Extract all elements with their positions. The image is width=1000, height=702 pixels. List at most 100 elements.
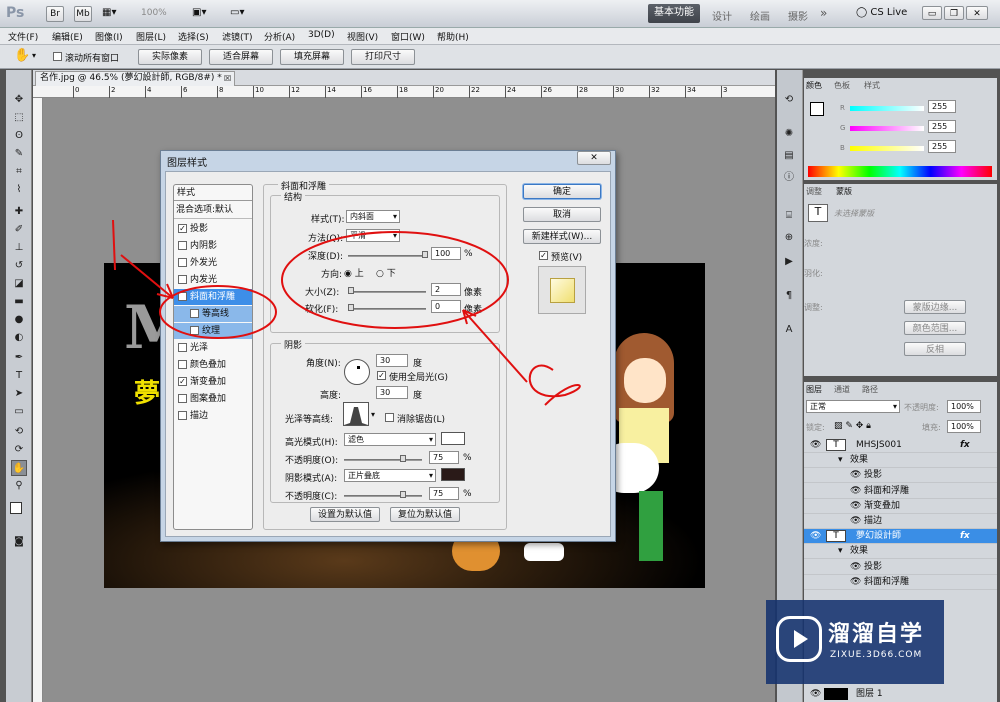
eye-icon[interactable]: 👁︎ [850,468,861,483]
layer-row[interactable]: 👁︎ T 夢幻設計師 fx [804,529,997,545]
arrange-docs-icon[interactable]: ▣▾ [192,7,206,18]
highlight-opacity-knob[interactable] [400,455,406,462]
zoom-level[interactable]: 100% [141,8,167,18]
shadow-mode-select[interactable]: 正片叠底 ▾ [344,469,436,482]
scroll-all-checkbox[interactable] [53,52,62,61]
marquee-tool-icon[interactable]: ⬚ [11,110,27,126]
layer-row[interactable]: ▾ 效果 [804,453,997,469]
menu-analysis[interactable]: 分析(A) [264,30,295,43]
bridge-icon[interactable]: Br [46,6,64,22]
actual-pixels-button[interactable]: 实际像素 [138,49,202,65]
clone-source-icon[interactable]: ⊕ [781,230,797,246]
r-input[interactable]: 255 [928,100,956,113]
layer-row[interactable]: 👁︎ 描边 [804,514,997,529]
channels-tab[interactable]: 通道 [834,384,850,395]
shape-tool-icon[interactable]: ▭ [11,404,27,420]
menu-window[interactable]: 窗口(W) [391,30,425,43]
histogram-panel-icon[interactable]: ▤ [781,148,797,164]
fill-input[interactable]: 100% [947,420,981,433]
history-brush-icon[interactable]: ↺ [11,258,27,274]
layer-row[interactable]: 👁︎ 斜面和浮雕 [804,484,997,499]
layer-row[interactable]: 👁︎ 投影 [804,468,997,484]
reset-default-button[interactable]: 复位为默认值 [390,507,460,522]
highlight-color-swatch[interactable] [441,432,465,445]
workspace-design[interactable]: 设计 [712,8,732,23]
menu-3d[interactable]: 3D(D) [308,30,335,40]
crop-tool-icon[interactable]: ⌗ [11,164,27,180]
lasso-tool-icon[interactable]: ʘ [11,128,27,144]
history-panel-icon[interactable]: ⟲ [781,92,797,108]
workspace-essentials[interactable]: 基本功能 [648,4,700,23]
b-slider[interactable] [850,146,924,151]
brush-tool-icon[interactable]: ✐ [11,222,27,238]
highlight-opacity-input[interactable]: 75 [429,451,459,464]
zoom-tool-icon[interactable]: ⚲ [11,478,27,494]
3d-orbit-tool-icon[interactable]: ⟳ [11,442,27,458]
restore-button[interactable]: ❐ [944,6,964,20]
expand-icon[interactable]: ▾ [838,544,843,559]
swatches-tab[interactable]: 色板 [834,80,850,91]
paragraph-panel-icon[interactable]: ¶ [781,288,797,304]
layer-row[interactable]: 👁︎ 投影 [804,560,997,575]
brush-panel-icon[interactable]: ⌸ [781,208,797,224]
ok-button[interactable]: 确定 [523,184,601,199]
navigator-panel-icon[interactable]: ✺ [781,126,797,142]
quick-mask-icon[interactable]: ◙ [11,534,27,550]
tool-preset-arrow[interactable]: ▾ [32,51,36,60]
eyedropper-tool-icon[interactable]: ⌇ [11,182,27,198]
opacity-input[interactable]: 100% [947,400,981,413]
g-slider[interactable] [850,126,924,131]
color-swatches[interactable] [8,498,28,520]
eye-icon[interactable]: 👁︎ [850,560,861,575]
document-tab[interactable]: 名作.jpg @ 46.5% (夢幻設計師, RGB/8#) * ☒ [35,71,235,86]
eye-icon[interactable]: 👁︎ [850,499,861,514]
blur-tool-icon[interactable]: ● [11,312,27,328]
path-select-tool-icon[interactable]: ➤ [11,386,27,402]
layer-row[interactable]: ▾ 效果 [804,544,997,560]
blend-mode-select[interactable]: 正常 ▾ [806,400,900,413]
eye-icon[interactable]: 👁︎ [850,484,861,499]
styles-tab[interactable]: 样式 [864,80,880,91]
workspace-painting[interactable]: 绘画 [750,8,770,23]
quick-select-tool-icon[interactable]: ✎ [11,146,27,162]
layer-row[interactable]: 👁︎ 渐变叠加 [804,499,997,514]
shadow-opacity-input[interactable]: 75 [429,487,459,500]
fg-color-chip[interactable] [810,102,824,116]
g-input[interactable]: 255 [928,120,956,133]
dialog-close-button[interactable]: ✕ [577,151,611,165]
menu-help[interactable]: 帮助(H) [437,30,469,43]
adjustments-tab[interactable]: 调整 [806,186,822,197]
actions-panel-icon[interactable]: ▶ [781,254,797,270]
layer-row[interactable]: 👁︎ 斜面和浮雕 [804,575,997,590]
menu-edit[interactable]: 编辑(E) [52,30,83,43]
menu-select[interactable]: 选择(S) [178,30,209,43]
pen-tool-icon[interactable]: ✒ [11,350,27,366]
fill-screen-button[interactable]: 填充屏幕 [280,49,344,65]
shadow-opacity-knob[interactable] [400,491,406,498]
shadow-color-swatch[interactable] [441,468,465,481]
menu-layer[interactable]: 图层(L) [136,30,166,43]
minibridge-icon[interactable]: Mb [74,6,92,22]
layer-row[interactable]: 👁︎ T MHSJS001 fx [804,438,997,453]
dodge-tool-icon[interactable]: ◐ [11,330,27,346]
move-tool-icon[interactable]: ✥ [11,92,27,108]
character-panel-icon[interactable]: A [781,322,797,338]
fit-screen-button[interactable]: 适合屏幕 [209,49,273,65]
r-slider[interactable] [850,106,924,111]
foreground-color[interactable] [10,502,22,514]
make-default-button[interactable]: 设置为默认值 [310,507,380,522]
eye-icon[interactable]: 👁︎ [810,438,821,453]
shadow-opacity-track[interactable] [344,495,422,497]
menu-filter[interactable]: 滤镜(T) [222,30,253,43]
eye-icon[interactable]: 👁︎ [850,514,861,529]
styles-header[interactable]: 样式 [174,185,252,201]
expand-icon[interactable]: ▾ [838,453,843,468]
highlight-opacity-track[interactable] [344,459,422,461]
healing-tool-icon[interactable]: ✚ [11,204,27,220]
invert-button[interactable]: 反相 [904,342,966,356]
type-tool-icon[interactable]: T [11,368,27,384]
menu-view[interactable]: 视图(V) [347,30,378,43]
layers-tab[interactable]: 图层 [806,384,822,395]
bottom-layer-row[interactable]: 👁︎ 图层 1 [804,686,997,702]
paths-tab[interactable]: 路径 [862,384,878,395]
